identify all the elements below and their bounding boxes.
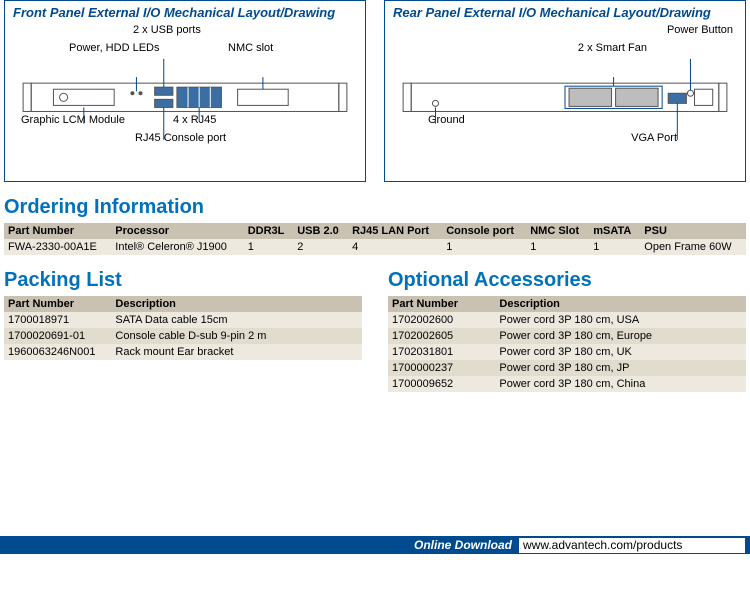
col-header: RJ45 LAN Port <box>348 223 442 239</box>
label-leds: Power, HDD LEDs <box>69 42 159 54</box>
col-header: mSATA <box>589 223 640 239</box>
rear-drawing: Power Button 2 x Smart Fan Ground VGA Po… <box>393 24 737 169</box>
ordering-table: Part NumberProcessorDDR3LUSB 2.0RJ45 LAN… <box>4 223 746 255</box>
front-drawing: 2 x USB ports Power, HDD LEDs NMC slot G… <box>13 24 357 169</box>
front-panel: Front Panel External I/O Mechanical Layo… <box>4 0 366 182</box>
cell: 2 <box>293 239 348 255</box>
cell: Open Frame 60W <box>640 239 746 255</box>
col-header: USB 2.0 <box>293 223 348 239</box>
rear-panel: Rear Panel External I/O Mechanical Layou… <box>384 0 746 182</box>
cell: 1 <box>244 239 293 255</box>
cell: 1702031801 <box>388 344 495 360</box>
table-row: 1702031801Power cord 3P 180 cm, UK <box>388 344 746 360</box>
col-header: NMC Slot <box>526 223 589 239</box>
label-fan: 2 x Smart Fan <box>578 42 647 54</box>
col-header: DDR3L <box>244 223 293 239</box>
cell: 1700018971 <box>4 312 111 328</box>
cell: 1702002600 <box>388 312 495 328</box>
cell: Intel® Celeron® J1900 <box>111 239 243 255</box>
cell: 1960063246N001 <box>4 344 111 360</box>
table-row: 1702002600Power cord 3P 180 cm, USA <box>388 312 746 328</box>
col-header: Part Number <box>4 296 111 312</box>
rear-device-icon <box>393 56 737 171</box>
cell: Power cord 3P 180 cm, UK <box>495 344 746 360</box>
cell: 1 <box>442 239 526 255</box>
packing-heading: Packing List <box>4 269 362 292</box>
cell: 1702002605 <box>388 328 495 344</box>
front-device-icon <box>13 56 357 171</box>
table-row: 1702002605Power cord 3P 180 cm, Europe <box>388 328 746 344</box>
cell: Console cable D-sub 9-pin 2 m <box>111 328 362 344</box>
table-row: 1960063246N001Rack mount Ear bracket <box>4 344 362 360</box>
table-row: 1700018971SATA Data cable 15cm <box>4 312 362 328</box>
cell: 1700009652 <box>388 376 495 392</box>
footer-label: Online Download <box>414 538 512 552</box>
ordering-heading: Ordering Information <box>4 196 746 219</box>
packing-table: Part NumberDescription 1700018971SATA Da… <box>4 296 362 360</box>
cell: Power cord 3P 180 cm, USA <box>495 312 746 328</box>
col-header: PSU <box>640 223 746 239</box>
cell: 1 <box>589 239 640 255</box>
col-header: Part Number <box>4 223 111 239</box>
cell: FWA-2330-00A1E <box>4 239 111 255</box>
label-power: Power Button <box>667 24 733 36</box>
cell: Power cord 3P 180 cm, JP <box>495 360 746 376</box>
cell: Power cord 3P 180 cm, China <box>495 376 746 392</box>
cell: Rack mount Ear bracket <box>111 344 362 360</box>
cell: 1700000237 <box>388 360 495 376</box>
accessories-heading: Optional Accessories <box>388 269 746 292</box>
cell: SATA Data cable 15cm <box>111 312 362 328</box>
footer-bar: Online Download <box>0 536 750 554</box>
table-row: 1700000237Power cord 3P 180 cm, JP <box>388 360 746 376</box>
table-row: 1700009652Power cord 3P 180 cm, China <box>388 376 746 392</box>
table-row: FWA-2330-00A1EIntel® Celeron® J190012411… <box>4 239 746 255</box>
col-header: Part Number <box>388 296 495 312</box>
col-header: Processor <box>111 223 243 239</box>
table-row: 1700020691-01Console cable D-sub 9-pin 2… <box>4 328 362 344</box>
col-header: Description <box>111 296 362 312</box>
download-url-input[interactable] <box>518 537 746 554</box>
label-nmc: NMC slot <box>228 42 273 54</box>
front-panel-title: Front Panel External I/O Mechanical Layo… <box>13 5 357 20</box>
cell: 1700020691-01 <box>4 328 111 344</box>
rear-panel-title: Rear Panel External I/O Mechanical Layou… <box>393 5 737 20</box>
accessories-table: Part NumberDescription 1702002600Power c… <box>388 296 746 392</box>
cell: Power cord 3P 180 cm, Europe <box>495 328 746 344</box>
label-usb: 2 x USB ports <box>133 24 201 36</box>
cell: 4 <box>348 239 442 255</box>
col-header: Description <box>495 296 746 312</box>
col-header: Console port <box>442 223 526 239</box>
cell: 1 <box>526 239 589 255</box>
